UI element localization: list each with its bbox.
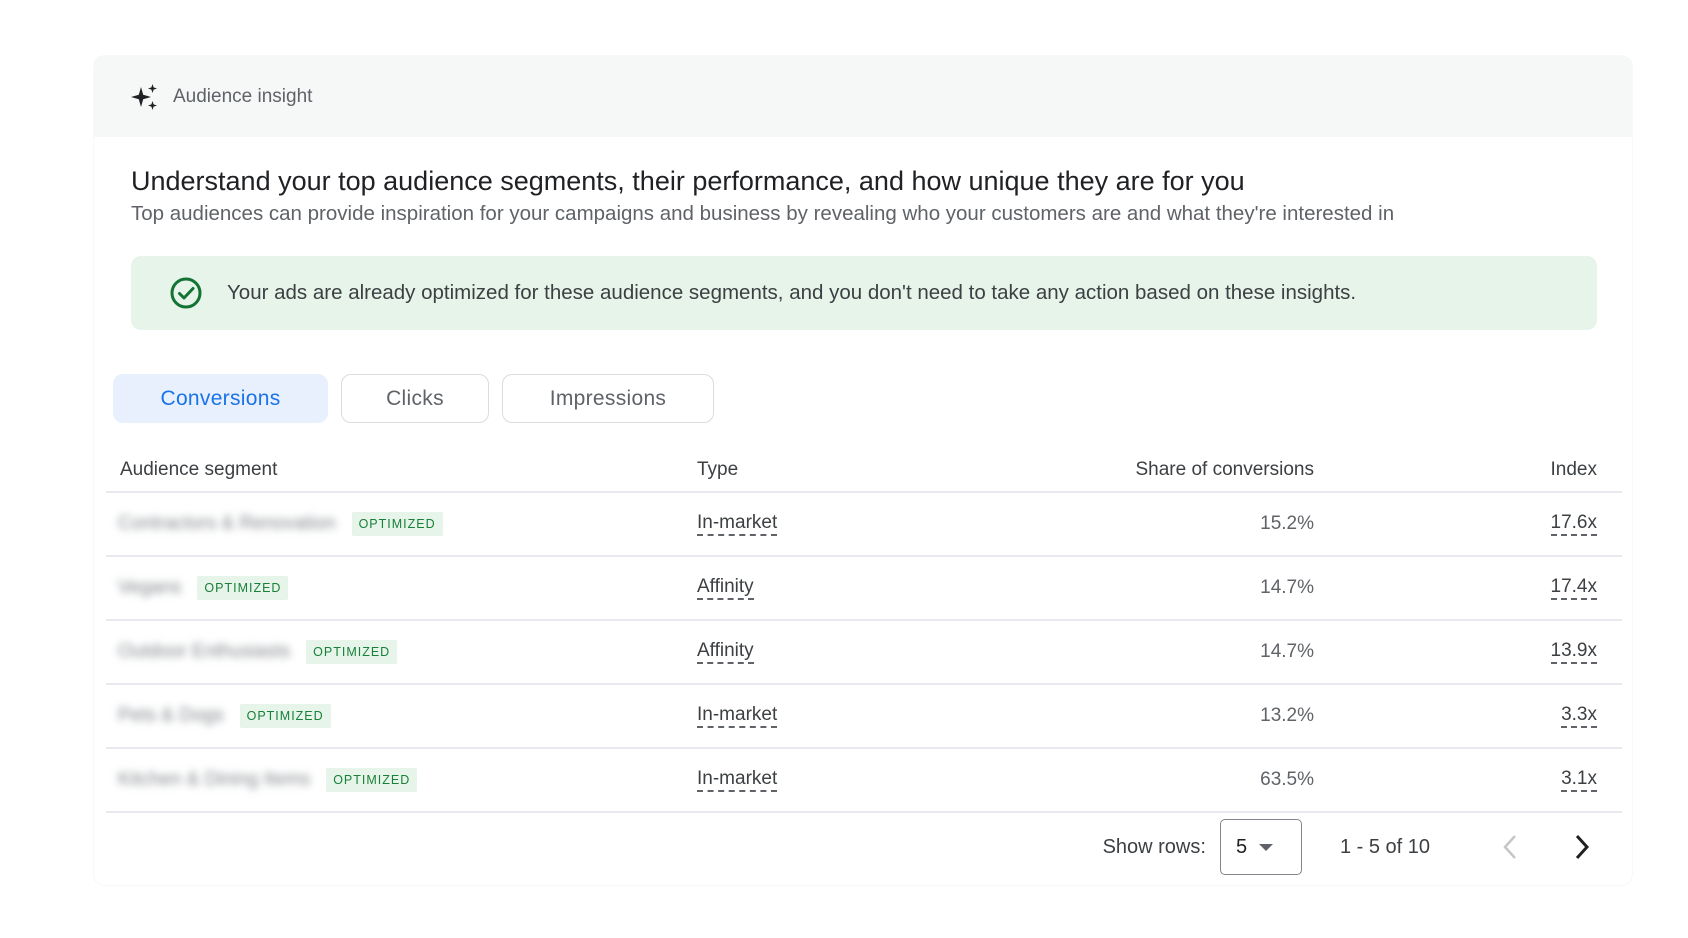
segment-name: Kitchen & Dining Items xyxy=(118,769,311,790)
type-cell[interactable]: In-market xyxy=(697,768,778,792)
share-cell: 14.7% xyxy=(1260,641,1314,662)
caret-down-icon xyxy=(1259,843,1274,851)
table-row: Outdoor Enthusiasts OPTIMIZED Affinity 1… xyxy=(106,621,1622,685)
next-page-button[interactable] xyxy=(1562,827,1602,867)
table-row: Pets & Dogs OPTIMIZED In-market 13.2% 3.… xyxy=(106,685,1622,749)
headline: Understand your top audience segments, t… xyxy=(131,166,1245,196)
optimized-badge: OPTIMIZED xyxy=(351,512,443,536)
column-header-type[interactable]: Type xyxy=(697,459,738,481)
pagination: Show rows: 5 1 - 5 of 10 xyxy=(1103,817,1602,877)
tab-impressions[interactable]: Impressions xyxy=(502,374,714,423)
index-cell[interactable]: 13.9x xyxy=(1550,640,1597,664)
segment-name: Pets & Dogs xyxy=(118,705,224,726)
share-cell: 14.7% xyxy=(1260,577,1314,598)
optimized-banner: Your ads are already optimized for these… xyxy=(131,256,1597,330)
prev-page-button[interactable] xyxy=(1490,827,1530,867)
audience-table: Audience segment Type Share of conversio… xyxy=(106,439,1622,813)
type-cell[interactable]: Affinity xyxy=(697,640,754,664)
rows-per-page-select[interactable]: 5 xyxy=(1219,819,1302,875)
tab-clicks[interactable]: Clicks xyxy=(341,374,489,423)
segment-name: Contractors & Renovation xyxy=(118,513,336,534)
optimized-badge: OPTIMIZED xyxy=(239,704,331,728)
banner-text: Your ads are already optimized for these… xyxy=(227,281,1357,304)
optimized-badge: OPTIMIZED xyxy=(326,768,418,792)
check-circle-icon xyxy=(170,277,202,309)
column-header-segment[interactable]: Audience segment xyxy=(120,459,277,481)
share-cell: 13.2% xyxy=(1260,705,1314,726)
optimized-badge: OPTIMIZED xyxy=(306,640,398,664)
card-header: Audience insight xyxy=(94,56,1632,137)
type-cell[interactable]: In-market xyxy=(697,704,778,728)
segment-cell: Kitchen & Dining Items OPTIMIZED xyxy=(118,768,418,792)
share-cell: 63.5% xyxy=(1260,769,1314,790)
subheadline: Top audiences can provide inspiration fo… xyxy=(131,202,1395,225)
page-range: 1 - 5 of 10 xyxy=(1339,835,1430,858)
table-row: Vegans OPTIMIZED Affinity 14.7% 17.4x xyxy=(106,557,1622,621)
table-header: Audience segment Type Share of conversio… xyxy=(106,439,1622,493)
metric-tabs: Conversions Clicks Impressions xyxy=(113,374,714,423)
chevron-right-icon xyxy=(1575,834,1590,860)
share-cell: 15.2% xyxy=(1260,513,1314,534)
chevron-left-icon xyxy=(1503,835,1516,859)
segment-name: Outdoor Enthusiasts xyxy=(118,641,291,662)
index-cell[interactable]: 17.6x xyxy=(1550,512,1597,536)
audience-insight-card: Audience insight Understand your top aud… xyxy=(94,56,1632,885)
show-rows-label: Show rows: xyxy=(1102,835,1206,858)
card-title: Audience insight xyxy=(173,85,313,107)
segment-cell: Pets & Dogs OPTIMIZED xyxy=(118,704,331,728)
segment-cell: Outdoor Enthusiasts OPTIMIZED xyxy=(118,640,398,664)
index-cell[interactable]: 3.3x xyxy=(1561,704,1597,728)
table-row: Contractors & Renovation OPTIMIZED In-ma… xyxy=(106,493,1622,557)
table-row: Kitchen & Dining Items OPTIMIZED In-mark… xyxy=(106,749,1622,813)
index-cell[interactable]: 3.1x xyxy=(1561,768,1597,792)
segment-cell: Vegans OPTIMIZED xyxy=(118,576,289,600)
optimized-badge: OPTIMIZED xyxy=(197,576,289,600)
type-cell[interactable]: In-market xyxy=(697,512,778,536)
index-cell[interactable]: 17.4x xyxy=(1550,576,1597,600)
tab-conversions[interactable]: Conversions xyxy=(113,374,328,423)
segment-cell: Contractors & Renovation OPTIMIZED xyxy=(118,512,443,536)
type-cell[interactable]: Affinity xyxy=(697,576,754,600)
rows-per-page-value: 5 xyxy=(1235,835,1248,858)
sparkle-icon xyxy=(131,83,157,110)
column-header-share[interactable]: Share of conversions xyxy=(1136,459,1315,481)
segment-name: Vegans xyxy=(118,577,182,598)
column-header-index[interactable]: Index xyxy=(1551,459,1597,481)
